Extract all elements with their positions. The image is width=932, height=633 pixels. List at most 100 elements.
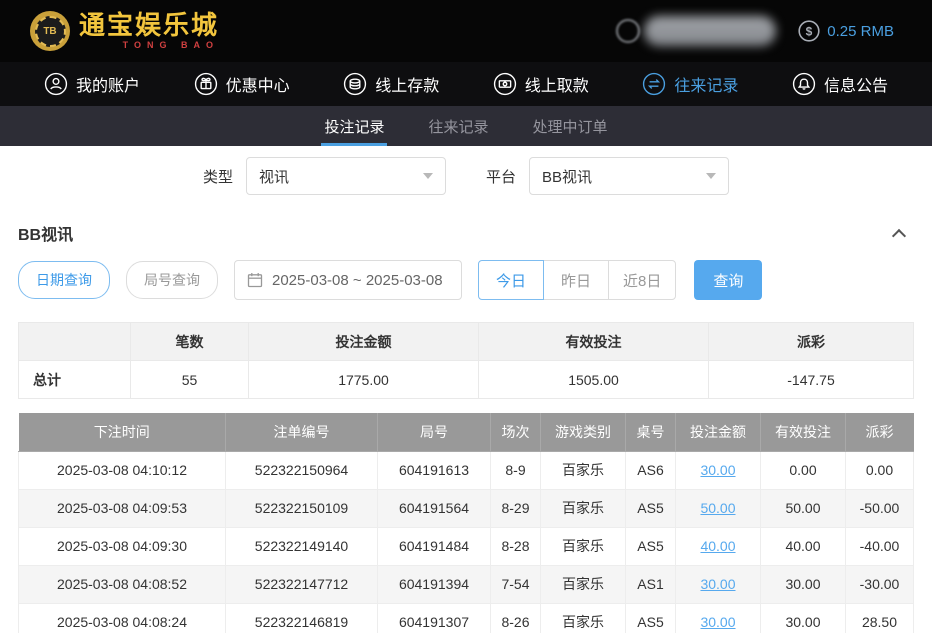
cell-payout: -30.00 bbox=[846, 565, 914, 603]
platform-label: 平台 bbox=[486, 166, 516, 187]
user-info-redacted bbox=[616, 16, 776, 46]
date-range-input[interactable]: 2025-03-08 ~ 2025-03-08 bbox=[234, 260, 462, 300]
bet-amount-link[interactable]: 30.00 bbox=[700, 614, 735, 630]
chevron-down-icon bbox=[423, 173, 433, 179]
type-select[interactable]: 视讯 bbox=[246, 157, 446, 195]
cell-time: 2025-03-08 04:10:12 bbox=[19, 451, 226, 489]
tab-bet-records[interactable]: 投注记录 bbox=[321, 106, 387, 146]
yesterday-button[interactable]: 昨日 bbox=[543, 260, 609, 300]
cell-valid: 0.00 bbox=[761, 451, 846, 489]
main-content: BB视讯 日期查询 局号查询 2025-03-08 ~ 2025-03-08 今… bbox=[0, 218, 932, 633]
calendar-icon bbox=[247, 272, 263, 288]
platform-select[interactable]: BB视讯 bbox=[529, 157, 729, 195]
transfer-arrows-icon bbox=[642, 72, 666, 96]
bet-amount-link[interactable]: 30.00 bbox=[700, 576, 735, 592]
summary-bet: 1775.00 bbox=[249, 361, 479, 399]
last-8-days-button[interactable]: 近8日 bbox=[608, 260, 676, 300]
tab-transaction-records[interactable]: 往来记录 bbox=[425, 106, 491, 146]
cell-game: 百家乐 bbox=[541, 451, 626, 489]
cell-game: 百家乐 bbox=[541, 603, 626, 633]
summary-header-empty bbox=[19, 323, 131, 361]
balance-display: $ 0.25 RMB bbox=[798, 20, 894, 42]
round-query-button[interactable]: 局号查询 bbox=[126, 261, 218, 299]
cell-session: 8-29 bbox=[491, 489, 541, 527]
collapse-chevron-icon[interactable] bbox=[892, 228, 906, 242]
summary-header-valid: 有效投注 bbox=[479, 323, 709, 361]
col-bet-amount: 投注金额 bbox=[676, 413, 761, 451]
cell-table: AS1 bbox=[626, 565, 676, 603]
nav-item-label: 优惠中心 bbox=[226, 72, 290, 96]
cell-order: 522322150109 bbox=[226, 489, 378, 527]
summary-table: 笔数 投注金额 有效投注 派彩 总计 55 1775.00 1505.00 -1… bbox=[18, 322, 914, 399]
cell-time: 2025-03-08 04:08:24 bbox=[19, 603, 226, 633]
top-bar: TB 通宝娱乐城 TONG BAO $ 0.25 RMB bbox=[0, 0, 932, 62]
cell-valid: 30.00 bbox=[761, 565, 846, 603]
cell-bet: 40.00 bbox=[676, 527, 761, 565]
summary-total-label: 总计 bbox=[19, 361, 131, 399]
quick-range-group: 今日 昨日 近8日 bbox=[478, 260, 676, 300]
platform-select-value: BB视讯 bbox=[542, 166, 592, 187]
bet-records-table: 下注时间 注单编号 局号 场次 游戏类别 桌号 投注金额 有效投注 派彩 202… bbox=[18, 413, 914, 633]
query-toolbar: 日期查询 局号查询 2025-03-08 ~ 2025-03-08 今日 昨日 … bbox=[18, 260, 914, 300]
nav-item-my-account[interactable]: 我的账户 bbox=[44, 72, 140, 96]
type-select-value: 视讯 bbox=[259, 166, 289, 187]
section-title: BB视讯 bbox=[18, 221, 73, 245]
col-round-number: 局号 bbox=[378, 413, 491, 451]
cell-round: 604191307 bbox=[378, 603, 491, 633]
cell-payout: 0.00 bbox=[846, 451, 914, 489]
user-coin-icon bbox=[616, 19, 640, 43]
summary-payout: -147.75 bbox=[709, 361, 914, 399]
table-row: 2025-03-08 04:09:30 522322149140 6041914… bbox=[19, 527, 914, 565]
cell-table: AS6 bbox=[626, 451, 676, 489]
nav-item-promotions[interactable]: 优惠中心 bbox=[194, 72, 290, 96]
cell-game: 百家乐 bbox=[541, 527, 626, 565]
col-session: 场次 bbox=[491, 413, 541, 451]
summary-valid: 1505.00 bbox=[479, 361, 709, 399]
bet-amount-link[interactable]: 40.00 bbox=[700, 538, 735, 554]
cell-game: 百家乐 bbox=[541, 489, 626, 527]
search-button[interactable]: 查询 bbox=[694, 260, 762, 300]
filter-bar: 类型 视讯 平台 BB视讯 bbox=[0, 146, 932, 206]
sub-nav: 投注记录 往来记录 处理中订单 bbox=[0, 106, 932, 146]
cell-order: 522322149140 bbox=[226, 527, 378, 565]
cell-bet: 50.00 bbox=[676, 489, 761, 527]
redacted-username bbox=[644, 16, 776, 46]
cell-payout: -50.00 bbox=[846, 489, 914, 527]
cell-order: 522322150964 bbox=[226, 451, 378, 489]
site-logo[interactable]: TB 通宝娱乐城 TONG BAO bbox=[30, 11, 219, 51]
bet-amount-link[interactable]: 30.00 bbox=[700, 462, 735, 478]
table-row: 2025-03-08 04:09:53 522322150109 6041915… bbox=[19, 489, 914, 527]
nav-item-records[interactable]: 往来记录 bbox=[642, 72, 738, 96]
date-query-button[interactable]: 日期查询 bbox=[18, 261, 110, 299]
today-button[interactable]: 今日 bbox=[478, 260, 544, 300]
cell-bet: 30.00 bbox=[676, 451, 761, 489]
cell-bet: 30.00 bbox=[676, 565, 761, 603]
balance-amount: 0.25 RMB bbox=[827, 23, 894, 40]
bet-amount-link[interactable]: 50.00 bbox=[700, 500, 735, 516]
nav-item-deposit[interactable]: 线上存款 bbox=[343, 72, 439, 96]
nav-item-announcements[interactable]: 信息公告 bbox=[792, 72, 888, 96]
logo-coin-text: TB bbox=[35, 16, 66, 47]
cell-valid: 50.00 bbox=[761, 489, 846, 527]
nav-item-label: 线上取款 bbox=[525, 72, 589, 96]
cell-table: AS5 bbox=[626, 527, 676, 565]
col-order-number: 注单编号 bbox=[226, 413, 378, 451]
table-header-row: 下注时间 注单编号 局号 场次 游戏类别 桌号 投注金额 有效投注 派彩 bbox=[19, 413, 914, 451]
date-range-value: 2025-03-08 ~ 2025-03-08 bbox=[272, 272, 443, 289]
tab-processing-orders[interactable]: 处理中订单 bbox=[530, 106, 611, 146]
cell-session: 8-26 bbox=[491, 603, 541, 633]
cell-payout: 28.50 bbox=[846, 603, 914, 633]
logo-coin-icon: TB bbox=[30, 11, 70, 51]
cell-valid: 30.00 bbox=[761, 603, 846, 633]
type-label: 类型 bbox=[203, 166, 233, 187]
nav-item-label: 往来记录 bbox=[674, 72, 738, 96]
nav-item-withdraw[interactable]: 线上取款 bbox=[493, 72, 589, 96]
coin-stack-icon bbox=[343, 72, 367, 96]
user-icon bbox=[44, 72, 68, 96]
cell-order: 522322146819 bbox=[226, 603, 378, 633]
summary-header-payout: 派彩 bbox=[709, 323, 914, 361]
cell-round: 604191564 bbox=[378, 489, 491, 527]
table-row: 2025-03-08 04:10:12 522322150964 6041916… bbox=[19, 451, 914, 489]
cell-time: 2025-03-08 04:09:53 bbox=[19, 489, 226, 527]
logo-title: 通宝娱乐城 bbox=[79, 12, 219, 38]
